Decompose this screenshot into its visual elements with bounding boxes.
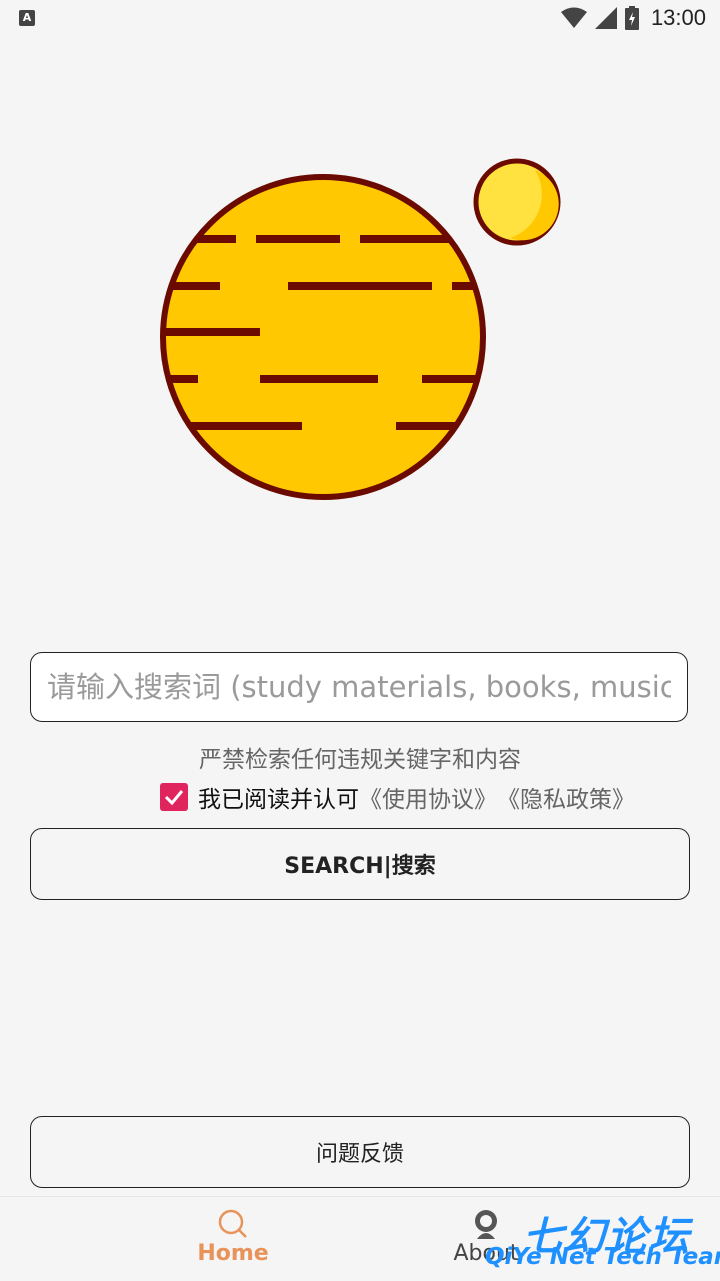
battery-icon <box>624 6 639 30</box>
search-input[interactable] <box>31 653 687 721</box>
signal-icon <box>594 7 617 29</box>
nav-home-label: Home <box>197 1241 269 1266</box>
terms-link[interactable]: 《使用协议》 <box>359 780 497 814</box>
app-notification-icon: A <box>19 10 35 26</box>
watermark-en: QiYe Net Tech Team <box>485 1244 720 1270</box>
search-icon <box>218 1209 247 1238</box>
watermark: 七幻论坛 QiYe Net Tech Team <box>485 1200 720 1280</box>
wifi-icon <box>560 7 587 28</box>
privacy-link[interactable]: 《隐私政策》 <box>497 780 635 814</box>
search-field[interactable] <box>30 652 688 722</box>
search-button[interactable]: SEARCH|搜索 <box>30 828 690 900</box>
nav-home[interactable]: Home <box>133 1197 333 1281</box>
agreement-text: 我已阅读并认可 <box>198 787 359 813</box>
checkmark-icon <box>164 790 184 806</box>
agreement-checkbox[interactable] <box>160 783 188 811</box>
clock: 13:00 <box>650 5 706 30</box>
planet-logo-icon <box>160 158 561 500</box>
content-warning: 严禁检索任何违规关键字和内容 <box>199 747 521 773</box>
feedback-button[interactable]: 问题反馈 <box>30 1116 690 1188</box>
status-icons: 13:00 <box>560 4 706 32</box>
agreement-row: 我已阅读并认可 《使用协议》 《隐私政策》 <box>160 780 635 814</box>
status-bar: A 13:00 <box>0 0 720 36</box>
